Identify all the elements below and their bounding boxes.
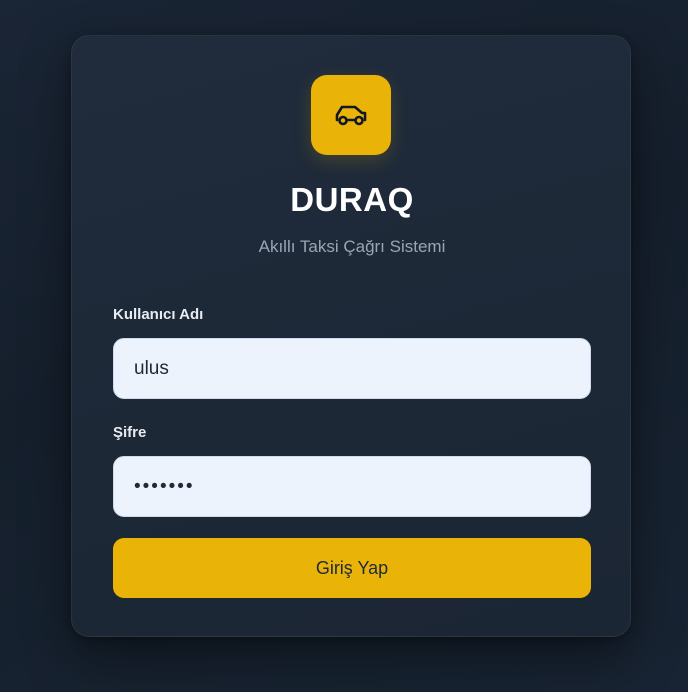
login-button[interactable]: Giriş Yap bbox=[113, 538, 591, 598]
username-field[interactable] bbox=[113, 338, 591, 399]
password-field[interactable] bbox=[113, 456, 591, 517]
password-label: Şifre bbox=[113, 424, 147, 441]
username-label: Kullanıcı Adı bbox=[113, 306, 204, 323]
login-card: DURAQ Akıllı Taksi Çağrı Sistemi Kullanı… bbox=[71, 35, 631, 637]
app-logo bbox=[311, 75, 391, 155]
car-icon bbox=[335, 105, 367, 126]
app-title: DURAQ bbox=[290, 181, 414, 218]
app-subtitle: Akıllı Taksi Çağrı Sistemi bbox=[258, 237, 446, 256]
login-page: DURAQ Akıllı Taksi Çağrı Sistemi Kullanı… bbox=[0, 0, 688, 692]
